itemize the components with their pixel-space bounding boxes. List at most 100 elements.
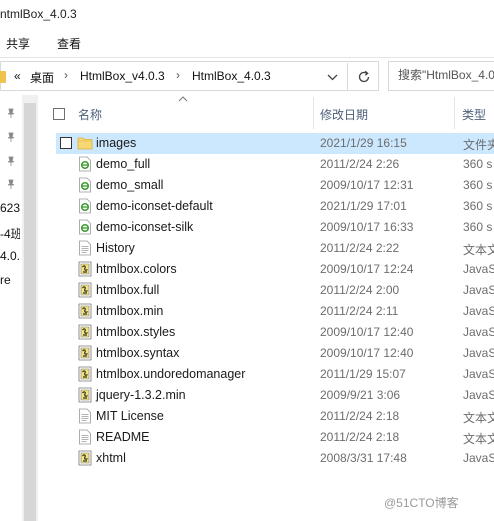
file-name[interactable]: htmlbox.full — [96, 283, 159, 297]
file-name[interactable]: xhtml — [96, 451, 126, 465]
file-type: 文本文 — [463, 432, 494, 446]
file-name[interactable]: jquery-1.3.2.min — [96, 388, 186, 402]
folder-icon — [0, 71, 6, 83]
row-checkbox[interactable] — [60, 137, 72, 149]
js-file-icon — [77, 387, 93, 403]
breadcrumb-htmlbox-403[interactable]: HtmlBox_4.0.3 — [192, 69, 271, 83]
file-date: 2009/10/17 12:24 — [320, 262, 414, 276]
file-name[interactable]: images — [96, 136, 136, 150]
file-name[interactable]: README — [96, 430, 149, 444]
file-row[interactable]: htmlbox.syntax 2009/10/17 12:40 JavaS — [56, 343, 494, 364]
file-name[interactable]: htmlbox.syntax — [96, 346, 179, 360]
pin-icon[interactable] — [6, 108, 16, 118]
column-name[interactable]: 名称 — [78, 106, 102, 123]
file-type: JavaS — [463, 262, 494, 276]
html-file-icon — [77, 219, 93, 235]
file-type: JavaS — [463, 451, 494, 465]
file-row[interactable]: README 2011/2/24 2:18 文本文 — [56, 427, 494, 448]
nav-item[interactable]: 623 — [0, 201, 20, 215]
file-type: 360 s — [463, 220, 493, 234]
file-date: 2009/10/17 12:40 — [320, 346, 414, 360]
file-row[interactable]: xhtml 2008/3/31 17:48 JavaS — [56, 448, 494, 469]
address-bar[interactable]: « 桌面 › HtmlBox_v4.0.3 › HtmlBox_4.0.3 — [0, 61, 379, 91]
file-row[interactable]: htmlbox.min 2011/2/24 2:11 JavaS — [56, 301, 494, 322]
ribbon-divider — [0, 57, 494, 58]
file-date: 2009/10/17 16:33 — [320, 220, 414, 234]
file-row[interactable]: htmlbox.styles 2009/10/17 12:40 JavaS — [56, 322, 494, 343]
file-type: JavaS — [463, 388, 494, 402]
sort-up-icon — [178, 96, 188, 102]
tab-view[interactable]: 查看 — [57, 35, 81, 52]
file-type: 文件夹 — [463, 138, 494, 152]
file-type: 文本文 — [463, 411, 494, 425]
js-file-icon — [77, 303, 93, 319]
pin-icon[interactable] — [6, 156, 16, 166]
chevron-right-icon[interactable]: › — [176, 68, 180, 82]
breadcrumb-overflow[interactable]: « — [14, 69, 21, 83]
file-row[interactable]: htmlbox.full 2011/2/24 2:00 JavaS — [56, 280, 494, 301]
file-name[interactable]: htmlbox.undoredomanager — [96, 367, 245, 381]
title-bar: ntmlBox_4.0.3 — [0, 0, 494, 30]
nav-scrollbar-thumb[interactable] — [24, 103, 36, 521]
tab-share[interactable]: 共享 — [6, 35, 30, 52]
breadcrumb-htmlbox-v403[interactable]: HtmlBox_v4.0.3 — [80, 69, 165, 83]
js-file-icon — [77, 282, 93, 298]
nav-item[interactable]: 4.0.3 — [0, 249, 20, 263]
js-file-icon — [77, 345, 93, 361]
file-row[interactable]: htmlbox.undoredomanager 2011/1/29 15:07 Ja… — [56, 364, 494, 385]
search-box[interactable] — [388, 61, 494, 91]
file-type: JavaS — [463, 283, 494, 297]
file-name[interactable]: MIT License — [96, 409, 164, 423]
pin-icon[interactable] — [6, 179, 16, 189]
file-type: 360 s — [463, 199, 493, 213]
file-row[interactable]: MIT License 2011/2/24 2:18 文本文 — [56, 406, 494, 427]
file-name[interactable]: htmlbox.min — [96, 304, 163, 318]
file-date: 2021/1/29 16:15 — [320, 136, 407, 150]
column-date[interactable]: 修改日期 — [320, 106, 368, 123]
file-name[interactable]: htmlbox.styles — [96, 325, 175, 339]
file-row[interactable]: jquery-1.3.2.min 2009/9/21 3:06 JavaS — [56, 385, 494, 406]
file-date: 2021/1/29 17:01 — [320, 199, 407, 213]
file-type: JavaS — [463, 304, 494, 318]
file-row[interactable]: htmlbox.colors 2009/10/17 12:24 JavaS — [56, 259, 494, 280]
file-date: 2011/2/24 2:26 — [320, 157, 400, 171]
column-type[interactable]: 类型 — [462, 106, 486, 123]
html-file-icon — [77, 156, 93, 172]
address-row: « 桌面 › HtmlBox_v4.0.3 › HtmlBox_4.0.3 — [0, 61, 494, 93]
file-date: 2011/2/24 2:11 — [320, 304, 399, 318]
file-name[interactable]: History — [96, 241, 135, 255]
file-type: 文本文 — [463, 243, 494, 257]
file-row[interactable]: demo-iconset-silk 2009/10/17 16:33 360 s — [56, 217, 494, 238]
ribbon: 共享 查看 — [0, 30, 494, 56]
file-row[interactable]: demo-iconset-default 2021/1/29 17:01 360 s — [56, 196, 494, 217]
nav-item[interactable]: -4班 — [0, 225, 20, 242]
file-row[interactable]: demo_small 2009/10/17 12:31 360 s — [56, 175, 494, 196]
file-date: 2011/1/29 15:07 — [320, 367, 406, 381]
file-name[interactable]: demo_small — [96, 178, 163, 192]
window-title: ntmlBox_4.0.3 — [0, 7, 77, 21]
file-date: 2011/2/24 2:00 — [320, 283, 400, 297]
refresh-icon — [358, 70, 370, 83]
file-name[interactable]: htmlbox.colors — [96, 262, 177, 276]
chevron-down-icon[interactable] — [327, 69, 338, 85]
column-divider[interactable] — [313, 97, 314, 129]
html-file-icon — [77, 198, 93, 214]
breadcrumb-desktop[interactable]: 桌面 — [30, 69, 54, 86]
column-divider[interactable] — [454, 97, 455, 129]
pin-icon[interactable] — [6, 132, 16, 142]
file-row[interactable]: demo_full 2011/2/24 2:26 360 s — [56, 154, 494, 175]
folder-icon — [77, 135, 93, 151]
file-date: 2009/9/21 3:06 — [320, 388, 401, 402]
file-row[interactable]: History 2011/2/24 2:22 文本文 — [56, 238, 494, 259]
text-file-icon — [77, 429, 93, 445]
file-type: JavaS — [463, 367, 494, 381]
file-name[interactable]: demo-iconset-default — [96, 199, 213, 213]
file-name[interactable]: demo_full — [96, 157, 150, 171]
file-row[interactable]: images 2021/1/29 16:15 文件夹 — [56, 133, 494, 154]
chevron-right-icon[interactable]: › — [64, 68, 68, 82]
nav-item[interactable]: re — [0, 273, 20, 287]
file-name[interactable]: demo-iconset-silk — [96, 220, 193, 234]
select-all-checkbox[interactable] — [53, 108, 65, 120]
refresh-button[interactable] — [347, 63, 379, 91]
search-input[interactable] — [398, 68, 494, 82]
